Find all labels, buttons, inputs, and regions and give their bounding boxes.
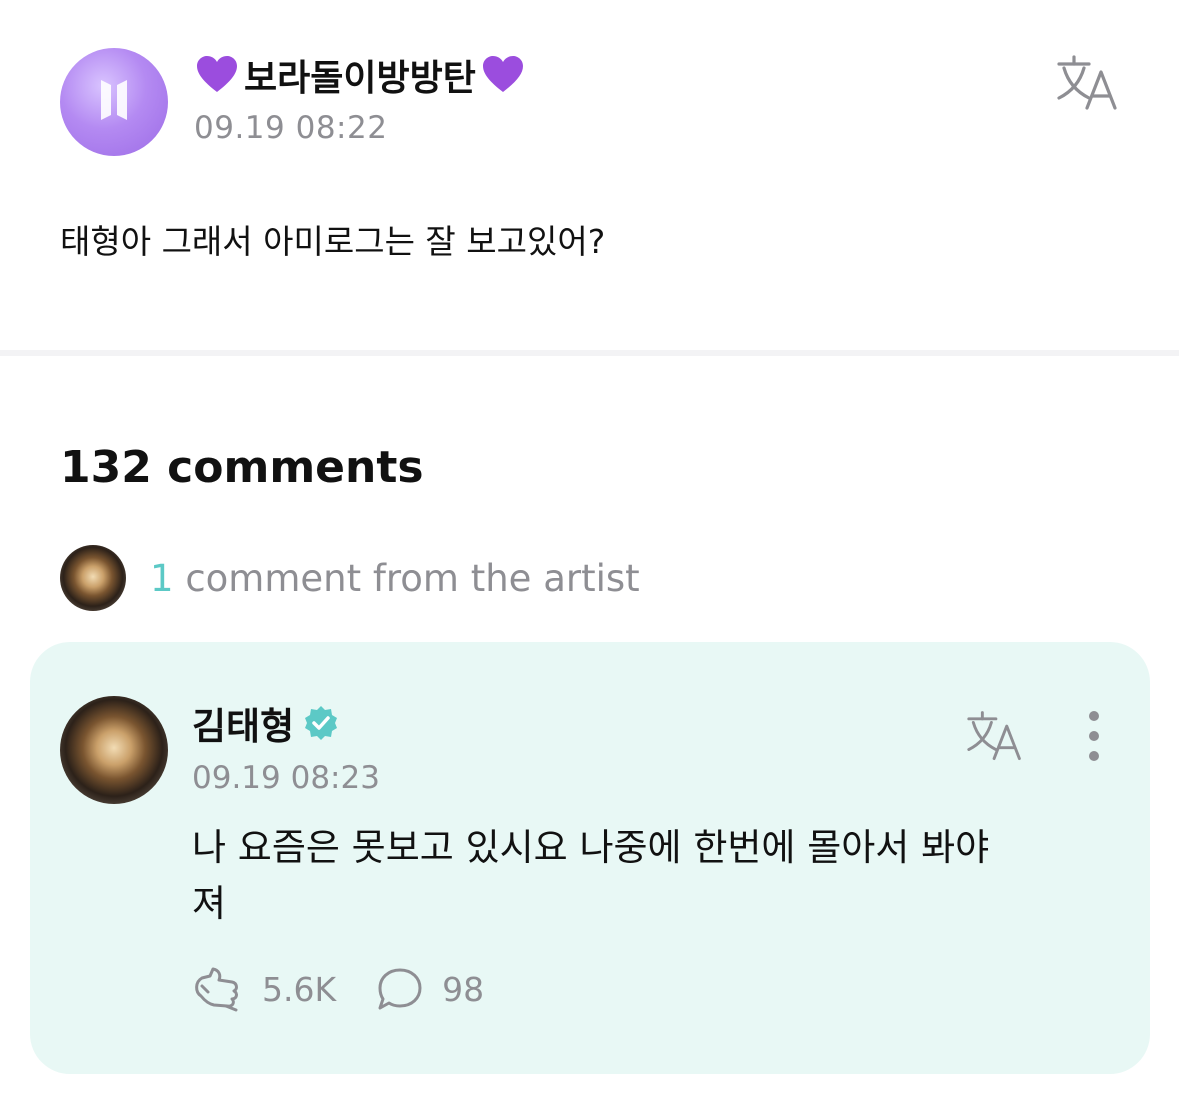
commenter-avatar[interactable] <box>60 696 168 804</box>
comment-body-line: 나 요즘은 못보고 있시요 나중에 한번에 몰아서 봐야 <box>192 826 990 869</box>
more-options-icon[interactable] <box>1084 708 1104 764</box>
post-meta: 보라돌이방방탄 09.19 08:22 <box>194 50 526 156</box>
commenter-name[interactable]: 김태형 <box>192 696 340 750</box>
translate-icon[interactable] <box>964 708 1026 764</box>
reply-bubble-icon[interactable] <box>376 966 424 1012</box>
commenter-name-text: 김태형 <box>192 705 295 748</box>
author-avatar[interactable] <box>60 48 168 156</box>
reply-count: 98 <box>442 969 485 1009</box>
comment-body-line: 져 <box>192 882 227 925</box>
author-name-text: 보라돌이방방탄 <box>244 58 476 99</box>
post-body: 태형아 그래서 아미로그는 잘 보고있어? <box>60 222 606 261</box>
verified-badge-icon <box>305 706 338 740</box>
translate-icon[interactable] <box>1055 52 1121 114</box>
artist-comment-text: comment from the artist <box>185 556 640 600</box>
author-name[interactable]: 보라돌이방방탄 <box>194 50 526 100</box>
artist-comment-card: 김태형 09.19 08:23 나 요즘은 못보고 있시요 나중에 한번에 몰아… <box>30 642 1150 1074</box>
cheer-like-icon[interactable] <box>192 966 244 1012</box>
comments-count: 132 comments <box>60 442 424 493</box>
comment-body: 나 요즘은 못보고 있시요 나중에 한번에 몰아서 봐야 져 <box>192 820 1112 932</box>
bts-logo-icon <box>101 80 127 120</box>
section-divider <box>0 350 1179 356</box>
comment-timestamp: 09.19 08:23 <box>192 760 380 796</box>
purple-heart-icon <box>197 56 237 92</box>
artist-comment-summary[interactable]: 1 comment from the artist <box>60 545 640 611</box>
artist-comment-label: 1 comment from the artist <box>150 557 640 600</box>
artist-avatar <box>60 545 126 611</box>
post-timestamp: 09.19 08:22 <box>194 110 388 146</box>
purple-heart-icon <box>482 56 523 92</box>
post-header: 보라돌이방방탄 09.19 08:22 <box>60 48 526 156</box>
comment-actions: 5.6K 98 <box>192 966 484 1012</box>
artist-comment-count: 1 <box>150 556 174 600</box>
like-count: 5.6K <box>262 969 337 1009</box>
